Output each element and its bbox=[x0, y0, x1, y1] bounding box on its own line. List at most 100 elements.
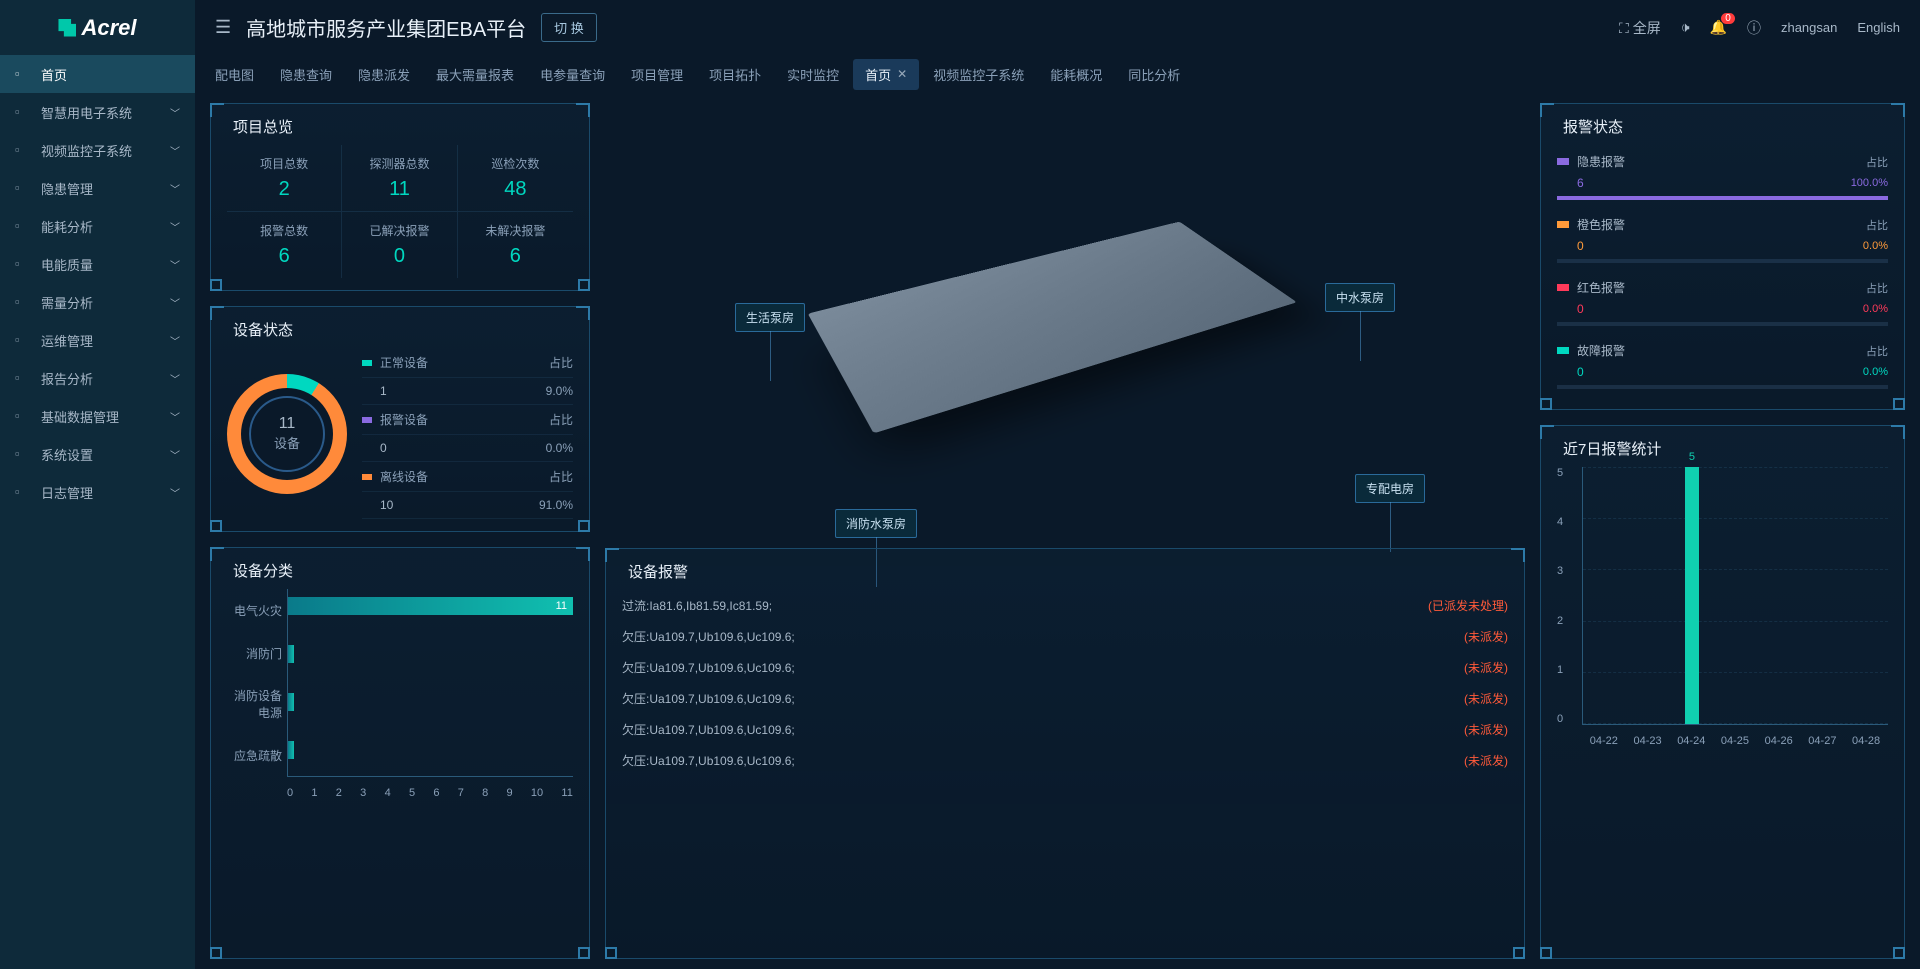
bar bbox=[288, 645, 294, 663]
fullscreen-icon[interactable]: ⛶ 全屏 bbox=[1619, 18, 1661, 38]
sidebar-item[interactable]: ▫ 基础数据管理 ﹀ bbox=[0, 397, 195, 435]
stat-cell: 报警总数 6 bbox=[227, 212, 342, 278]
chevron-down-icon: ﹀ bbox=[170, 371, 180, 386]
sidebar-item-label: 隐患管理 bbox=[41, 179, 93, 198]
sidebar-item[interactable]: ▫ 智慧用电子系统 ﹀ bbox=[0, 93, 195, 131]
tab[interactable]: 项目拓扑 bbox=[697, 59, 773, 90]
chevron-down-icon: ﹀ bbox=[170, 409, 180, 424]
building-3d-view[interactable]: 生活泵房 中水泵房 消防水泵房 专配电房 bbox=[605, 103, 1525, 533]
nav-icon: ▫ bbox=[15, 256, 31, 272]
nav-icon: ▫ bbox=[15, 294, 31, 310]
nav-icon: ▫ bbox=[15, 332, 31, 348]
brand-logo: Acrel bbox=[0, 0, 195, 55]
switch-button[interactable]: 切 换 bbox=[541, 13, 597, 42]
close-icon[interactable]: ✕ bbox=[897, 67, 907, 81]
stat-cell: 未解决报警 6 bbox=[458, 212, 573, 278]
sidebar-item-label: 基础数据管理 bbox=[41, 407, 119, 426]
alarm-row[interactable]: 欠压:Ua109.7,Ub109.6,Uc109.6;(未派发) bbox=[622, 621, 1508, 652]
chevron-down-icon: ﹀ bbox=[170, 447, 180, 462]
nav-icon: ▫ bbox=[15, 218, 31, 234]
sidebar-item[interactable]: ▫ 能耗分析 ﹀ bbox=[0, 207, 195, 245]
panel-title: 设备状态 bbox=[227, 319, 573, 340]
help-icon[interactable]: ⓘ bbox=[1747, 18, 1761, 38]
stat-cell: 已解决报警 0 bbox=[342, 212, 457, 278]
alarm-row[interactable]: 欠压:Ua109.7,Ub109.6,Uc109.6;(未派发) bbox=[622, 683, 1508, 714]
panel-alarm-status: 报警状态 隐患报警占比 6100.0% 橙色报警占比 00.0% 红色报警占比 … bbox=[1540, 103, 1905, 410]
nav-icon: ▫ bbox=[15, 446, 31, 462]
panel-device-alarm: 设备报警 过流:Ia81.6,Ib81.59,Ic81.59;(已派发未处理)欠… bbox=[605, 548, 1525, 959]
map-label[interactable]: 消防水泵房 bbox=[835, 509, 917, 538]
chevron-down-icon: ﹀ bbox=[170, 143, 180, 158]
sidebar-item[interactable]: ▫ 首页 bbox=[0, 55, 195, 93]
tab[interactable]: 同比分析 bbox=[1116, 59, 1192, 90]
language-switch[interactable]: English bbox=[1857, 20, 1900, 35]
bar bbox=[288, 741, 294, 759]
nav-icon: ▫ bbox=[15, 66, 31, 82]
sidebar-item[interactable]: ▫ 隐患管理 ﹀ bbox=[0, 169, 195, 207]
panel-device-class: 设备分类 电气火灾消防门消防设备电源应急疏散 11 01234567891011 bbox=[210, 547, 590, 959]
notification-icon[interactable]: 🔔0 bbox=[1710, 19, 1727, 36]
alarm-status-row: 红色报警占比 00.0% bbox=[1557, 271, 1888, 334]
tab[interactable]: 隐患派发 bbox=[346, 59, 422, 90]
stat-cell: 探测器总数 11 bbox=[342, 145, 457, 212]
alarm-row[interactable]: 过流:Ia81.6,Ib81.59,Ic81.59;(已派发未处理) bbox=[622, 590, 1508, 621]
chevron-down-icon: ﹀ bbox=[170, 181, 180, 196]
sidebar-item[interactable]: ▫ 视频监控子系统 ﹀ bbox=[0, 131, 195, 169]
panel-title: 项目总览 bbox=[227, 116, 573, 137]
alarm-row[interactable]: 欠压:Ua109.7,Ub109.6,Uc109.6;(未派发) bbox=[622, 745, 1508, 776]
sidebar-item-label: 报告分析 bbox=[41, 369, 93, 388]
chevron-down-icon: ﹀ bbox=[170, 257, 180, 272]
sidebar-item[interactable]: ▫ 需量分析 ﹀ bbox=[0, 283, 195, 321]
chevron-down-icon: ﹀ bbox=[170, 333, 180, 348]
tab[interactable]: 实时监控 bbox=[775, 59, 851, 90]
nav-icon: ▫ bbox=[15, 104, 31, 120]
sidebar-item-label: 首页 bbox=[41, 65, 67, 84]
tab-bar: 配电图隐患查询隐患派发最大需量报表电参量查询项目管理项目拓扑实时监控首页✕视频监… bbox=[195, 55, 1920, 93]
stat-cell: 巡检次数 48 bbox=[458, 145, 573, 212]
panel-title: 报警状态 bbox=[1557, 116, 1888, 137]
sidebar-item-label: 需量分析 bbox=[41, 293, 93, 312]
sidebar-item-label: 能耗分析 bbox=[41, 217, 93, 236]
sidebar-item-label: 日志管理 bbox=[41, 483, 93, 502]
sidebar-item-label: 电能质量 bbox=[41, 255, 93, 274]
sidebar-item-label: 系统设置 bbox=[41, 445, 93, 464]
nav-icon: ▫ bbox=[15, 370, 31, 386]
tab[interactable]: 配电图 bbox=[203, 59, 266, 90]
tab[interactable]: 首页✕ bbox=[853, 59, 919, 90]
chevron-down-icon: ﹀ bbox=[170, 485, 180, 500]
header: ☰ 高地城市服务产业集团EBA平台 切 换 ⛶ 全屏 🕩 🔔0 ⓘ zhangs… bbox=[195, 0, 1920, 55]
chevron-down-icon: ﹀ bbox=[170, 105, 180, 120]
sidebar-item[interactable]: ▫ 系统设置 ﹀ bbox=[0, 435, 195, 473]
nav-icon: ▫ bbox=[15, 408, 31, 424]
nav-icon: ▫ bbox=[15, 484, 31, 500]
panel-project-overview: 项目总览 项目总数 2 探测器总数 11 巡检次数 48 报警总数 6 已解决报… bbox=[210, 103, 590, 291]
alarm-row[interactable]: 欠压:Ua109.7,Ub109.6,Uc109.6;(未派发) bbox=[622, 652, 1508, 683]
alarm-row[interactable]: 欠压:Ua109.7,Ub109.6,Uc109.6;(未派发) bbox=[622, 714, 1508, 745]
tab[interactable]: 隐患查询 bbox=[268, 59, 344, 90]
tab[interactable]: 视频监控子系统 bbox=[921, 59, 1036, 90]
alarm-status-row: 隐患报警占比 6100.0% bbox=[1557, 145, 1888, 208]
panel-weekly-alarm: 近7日报警统计 543210 5 04-2204-2304-2404-2504-… bbox=[1540, 425, 1905, 959]
nav-icon: ▫ bbox=[15, 180, 31, 196]
tab[interactable]: 项目管理 bbox=[619, 59, 695, 90]
tab[interactable]: 电参量查询 bbox=[528, 59, 617, 90]
sidebar-item[interactable]: ▫ 运维管理 ﹀ bbox=[0, 321, 195, 359]
sidebar-item[interactable]: ▫ 日志管理 ﹀ bbox=[0, 473, 195, 511]
weekly-bar: 5 bbox=[1685, 467, 1699, 724]
tab[interactable]: 最大需量报表 bbox=[424, 59, 526, 90]
sidebar-item[interactable]: ▫ 报告分析 ﹀ bbox=[0, 359, 195, 397]
volume-icon[interactable]: 🕩 bbox=[1681, 19, 1690, 36]
sidebar-item-label: 视频监控子系统 bbox=[41, 141, 132, 160]
menu-toggle-icon[interactable]: ☰ bbox=[215, 17, 231, 38]
donut-chart: 11设备 bbox=[227, 374, 347, 494]
tab[interactable]: 能耗概况 bbox=[1038, 59, 1114, 90]
map-label[interactable]: 中水泵房 bbox=[1325, 283, 1395, 312]
stat-cell: 项目总数 2 bbox=[227, 145, 342, 212]
map-label[interactable]: 专配电房 bbox=[1355, 474, 1425, 503]
username[interactable]: zhangsan bbox=[1781, 20, 1837, 35]
map-label[interactable]: 生活泵房 bbox=[735, 303, 805, 332]
sidebar-item[interactable]: ▫ 电能质量 ﹀ bbox=[0, 245, 195, 283]
panel-title: 设备报警 bbox=[622, 561, 1508, 582]
alarm-status-row: 故障报警占比 00.0% bbox=[1557, 334, 1888, 397]
chevron-down-icon: ﹀ bbox=[170, 219, 180, 234]
